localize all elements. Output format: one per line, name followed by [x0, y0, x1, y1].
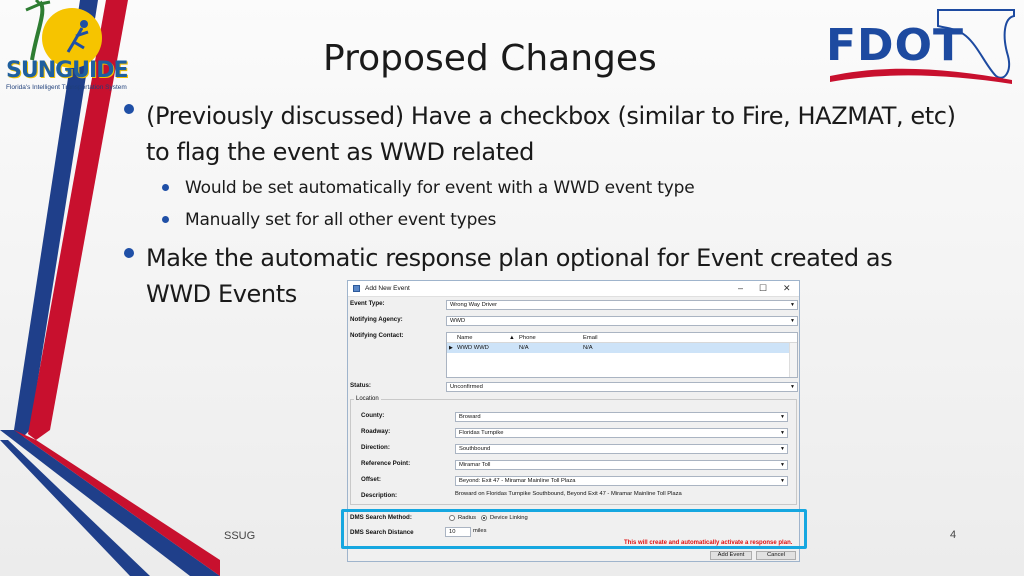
notifying-agency-select[interactable]: WWD ▼ — [446, 316, 798, 326]
column-header[interactable]: Phone — [519, 335, 536, 341]
contact-name: WWD WWD — [457, 345, 489, 351]
grid-scrollbar[interactable] — [789, 343, 797, 377]
fdot-wordmark: FDOT — [826, 20, 964, 71]
app-icon — [353, 285, 360, 292]
county-value: Broward — [459, 414, 481, 420]
sub-bullet-dot — [162, 184, 169, 191]
dialog-titlebar: Add New Event – ☐ ✕ — [348, 281, 799, 297]
chevron-down-icon: ▼ — [780, 446, 785, 452]
contacts-grid[interactable]: Name ▲ Phone Email ▶ WWD WWD N/A N/A — [446, 332, 798, 378]
sort-up-icon: ▲ — [509, 335, 515, 341]
sunguide-wordmark: SUNGUIDE — [6, 58, 129, 83]
status-label: Status: — [350, 382, 371, 389]
chevron-down-icon: ▼ — [790, 302, 795, 308]
minimize-button[interactable]: – — [738, 283, 743, 293]
column-header[interactable]: Name — [457, 335, 472, 341]
chevron-down-icon: ▼ — [790, 384, 795, 390]
description-value: Broward on Floridas Turnpike Southbound,… — [455, 491, 682, 497]
close-button[interactable]: ✕ — [783, 283, 791, 294]
notifying-agency-label: Notifying Agency: — [350, 316, 403, 323]
description-label: Description: — [361, 492, 398, 499]
offset-select[interactable]: Beyond: Exit 47 - Miramar Mainline Toll … — [455, 476, 788, 486]
sub-bullet-dot — [162, 216, 169, 223]
chevron-down-icon: ▼ — [780, 430, 785, 436]
status-select[interactable]: Unconfirmed ▼ — [446, 382, 798, 392]
event-type-select[interactable]: Wrong Way Driver ▼ — [446, 300, 798, 310]
county-select[interactable]: Broward ▼ — [455, 412, 788, 422]
bullet-1-text: (Previously discussed) Have a checkbox (… — [146, 102, 956, 166]
status-value: Unconfirmed — [450, 384, 483, 390]
direction-select[interactable]: Southbound ▼ — [455, 444, 788, 454]
bullet-dot — [124, 248, 134, 258]
notifying-agency-value: WWD — [450, 318, 466, 324]
roadway-label: Roadway: — [361, 428, 391, 435]
location-group-title: Location — [354, 396, 381, 402]
highlight-box — [341, 509, 807, 549]
chevron-down-icon: ▼ — [790, 318, 795, 324]
dialog-title: Add New Event — [365, 285, 410, 292]
fdot-logo: FDOT — [826, 6, 1016, 88]
maximize-button[interactable]: ☐ — [759, 283, 767, 294]
direction-value: Southbound — [459, 446, 491, 452]
chevron-down-icon: ▼ — [780, 414, 785, 420]
page-number: 4 — [950, 529, 957, 541]
event-type-value: Wrong Way Driver — [450, 302, 498, 308]
roadway-select[interactable]: Floridas Turnpike ▼ — [455, 428, 788, 438]
direction-label: Direction: — [361, 444, 390, 451]
slide-title: Proposed Changes — [323, 38, 657, 79]
event-type-label: Event Type: — [350, 300, 385, 307]
row-pointer-icon: ▶ — [449, 345, 453, 351]
bullet-dot — [124, 104, 134, 114]
chevron-down-icon: ▼ — [780, 462, 785, 468]
table-row[interactable]: ▶ WWD WWD N/A N/A — [447, 343, 797, 353]
column-header[interactable]: Email — [583, 335, 598, 341]
contact-phone: N/A — [519, 345, 529, 351]
offset-label: Offset: — [361, 476, 381, 483]
roadway-value: Floridas Turnpike — [459, 430, 504, 436]
sub-bullet-2-text: Manually set for all other event types — [185, 210, 497, 230]
footer-text: SSUG — [224, 530, 256, 542]
add-event-button[interactable]: Add Event — [710, 551, 752, 560]
reference-point-label: Reference Point: — [361, 460, 411, 467]
reference-point-value: Miramar Toll — [459, 462, 491, 468]
sunguide-logo: SUNGUIDE Florida's Intelligent Transport… — [2, 0, 129, 100]
cancel-button[interactable]: Cancel — [756, 551, 796, 560]
contacts-grid-header: Name ▲ Phone Email — [447, 333, 797, 343]
sub-bullet-1-text: Would be set automatically for event wit… — [185, 178, 695, 198]
reference-point-select[interactable]: Miramar Toll ▼ — [455, 460, 788, 470]
chevron-down-icon: ▼ — [780, 478, 785, 484]
contact-email: N/A — [583, 345, 593, 351]
sunguide-tagline: Florida's Intelligent Transportation Sys… — [6, 84, 127, 91]
county-label: County: — [361, 412, 385, 419]
offset-value: Beyond: Exit 47 - Miramar Mainline Toll … — [459, 478, 576, 484]
notifying-contact-label: Notifying Contact: — [350, 332, 404, 339]
